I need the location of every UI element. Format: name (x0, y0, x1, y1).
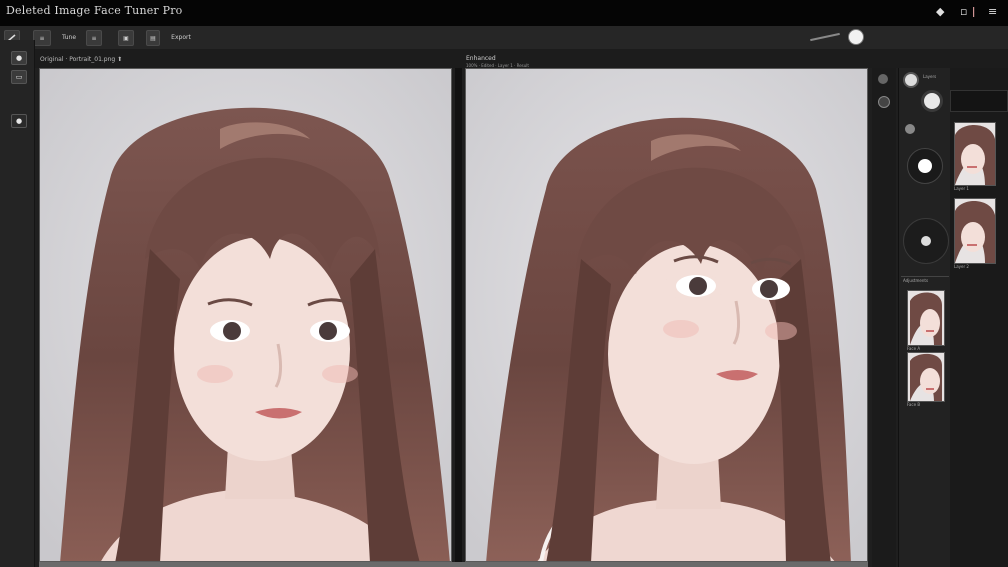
split-divider[interactable] (455, 68, 462, 567)
left-tool-panel: ● ▭ ● (0, 40, 35, 567)
menu-button[interactable]: ≡ (86, 30, 102, 46)
tab-original[interactable]: Original · Portrait_01.png ⬆ (40, 56, 122, 63)
layer-thumbnail-2[interactable] (954, 198, 996, 264)
panel-toggle-top[interactable] (878, 74, 888, 84)
layer-thumbnail-1[interactable] (954, 122, 996, 186)
hardness-dial[interactable] (903, 218, 949, 264)
pin-tool[interactable]: ● (11, 114, 27, 128)
zoom-knob[interactable] (848, 29, 864, 45)
face-thumbnail-a[interactable] (907, 290, 945, 346)
thumbnail-caption: Face B (907, 402, 921, 407)
frame-button[interactable]: ▣ (118, 30, 134, 46)
menu-icon[interactable]: ≡ (988, 5, 997, 18)
panel-toggle-mid[interactable] (878, 96, 890, 108)
layers-panel: Layer 1 Layer 2 (950, 68, 1008, 567)
layer-caption: Layer 2 (954, 264, 969, 269)
tune-button[interactable]: Tune (58, 30, 80, 44)
export-button[interactable]: Export (168, 30, 194, 44)
window-restore-icon[interactable]: ▫ (960, 5, 967, 18)
portrait-enhanced (466, 69, 867, 561)
divider (901, 276, 949, 277)
tools-panel: Layers Adjustments Face A Face B (898, 68, 951, 567)
brush-preview-dial[interactable] (907, 148, 943, 184)
face-thumbnail-b[interactable] (907, 352, 945, 402)
list-tool-button[interactable]: ≡ (33, 30, 51, 46)
tab-enhanced[interactable]: Enhanced (466, 55, 496, 62)
canvas-original[interactable] (39, 68, 452, 562)
small-dot[interactable] (905, 124, 915, 134)
brush-preview-dot (918, 159, 932, 173)
indicator-icon: ǀ (972, 5, 976, 18)
zoom-slider-track[interactable] (810, 32, 840, 42)
panel-strip (872, 68, 896, 567)
diamond-icon[interactable]: ◆ (936, 5, 944, 18)
section-label: Adjustments (903, 278, 929, 283)
horizontal-scrollbar[interactable] (39, 562, 868, 567)
layer-button[interactable]: ▤ (146, 30, 160, 46)
brush-size-dial[interactable] (921, 90, 943, 112)
layer-caption: Layer 1 (954, 186, 969, 191)
screen-tool[interactable]: ▭ (11, 70, 27, 84)
title-bar: Deleted Image Face Tuner Pro ◆ ▫ ǀ ≡ (0, 0, 1008, 26)
layers-header (950, 90, 1008, 112)
main-toolbar: ≡ Tune ≡ ▣ ▤ Export (0, 26, 1008, 50)
view-toggle[interactable] (903, 72, 919, 88)
window-title: Deleted Image Face Tuner Pro (6, 4, 183, 17)
face-thumb-image (908, 353, 944, 401)
hardness-dot (921, 236, 931, 246)
face-thumb-image (908, 291, 944, 345)
thumbnail-caption: Face A (907, 346, 921, 351)
brush-tool[interactable]: ● (11, 51, 27, 65)
portrait-original (40, 69, 451, 561)
panel-label: Layers (923, 74, 937, 79)
layer-thumb-image (955, 199, 995, 263)
layer-thumb-image (955, 123, 995, 185)
canvas-enhanced[interactable] (465, 68, 868, 562)
